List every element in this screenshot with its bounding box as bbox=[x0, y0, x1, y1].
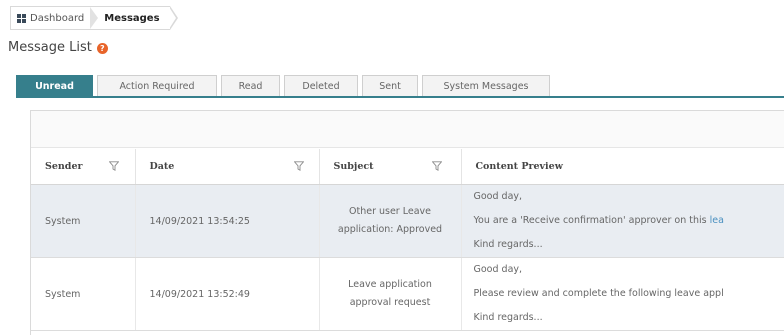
column-header-content-preview-label: Content Preview bbox=[476, 161, 563, 172]
filter-icon[interactable] bbox=[432, 161, 442, 171]
tabs-underline bbox=[16, 96, 784, 98]
column-header-date[interactable]: Date bbox=[135, 149, 319, 185]
table-header-row: Sender Date Subject Content Preview bbox=[31, 149, 784, 185]
column-header-content-preview[interactable]: Content Preview bbox=[461, 149, 784, 185]
tab-system-messages[interactable]: System Messages bbox=[422, 75, 550, 96]
column-header-sender-label: Sender bbox=[45, 161, 83, 172]
tab-action-required[interactable]: Action Required bbox=[97, 75, 217, 96]
breadcrumb: Dashboard Messages bbox=[10, 6, 170, 30]
breadcrumb-separator-icon bbox=[90, 7, 98, 29]
cell-subject: Leave application approval request bbox=[319, 258, 461, 331]
filter-icon[interactable] bbox=[294, 161, 304, 171]
tab-deleted[interactable]: Deleted bbox=[284, 75, 358, 96]
preview-line: Kind regards... bbox=[462, 306, 784, 330]
column-header-sender[interactable]: Sender bbox=[31, 149, 135, 185]
column-header-date-label: Date bbox=[150, 161, 175, 172]
dashboard-grid-icon bbox=[17, 14, 26, 23]
preview-line: You are a 'Receive confirmation' approve… bbox=[462, 209, 784, 233]
help-icon[interactable]: ? bbox=[97, 43, 108, 54]
tab-sent[interactable]: Sent bbox=[362, 75, 418, 96]
filter-icon[interactable] bbox=[109, 161, 119, 171]
table-row[interactable]: System 14/09/2021 13:54:25 Other user Le… bbox=[31, 185, 784, 258]
tab-read[interactable]: Read bbox=[221, 75, 280, 96]
table-row[interactable]: System 14/09/2021 13:52:49 Leave applica… bbox=[31, 258, 784, 331]
cell-subject: Other user Leave application: Approved bbox=[319, 185, 461, 258]
cell-date: 14/09/2021 13:52:49 bbox=[135, 258, 319, 331]
page-title: Message List ? bbox=[8, 40, 108, 55]
grid-toolbar bbox=[31, 111, 784, 148]
preview-line: Please review and complete the following… bbox=[462, 282, 784, 306]
preview-line-text: You are a 'Receive confirmation' approve… bbox=[474, 215, 710, 226]
cell-sender: System bbox=[31, 185, 135, 258]
preview-line: Good day, bbox=[462, 185, 784, 209]
breadcrumb-dashboard-label: Dashboard bbox=[30, 13, 84, 24]
column-header-subject[interactable]: Subject bbox=[319, 149, 461, 185]
breadcrumb-messages: Messages bbox=[102, 13, 169, 24]
cell-content-preview: Good day, Please review and complete the… bbox=[461, 258, 784, 331]
cell-sender: System bbox=[31, 258, 135, 331]
message-table: Sender Date Subject Content Preview Syst… bbox=[31, 149, 784, 331]
cell-date: 14/09/2021 13:54:25 bbox=[135, 185, 319, 258]
breadcrumb-dashboard[interactable]: Dashboard bbox=[15, 13, 90, 24]
preview-link[interactable]: lea bbox=[710, 215, 724, 226]
breadcrumb-end-arrow bbox=[170, 6, 178, 30]
page-title-text: Message List bbox=[8, 40, 92, 55]
message-grid-panel: Sender Date Subject Content Preview Syst… bbox=[30, 110, 784, 335]
cell-content-preview: Good day, You are a 'Receive confirmatio… bbox=[461, 185, 784, 258]
preview-line: Kind regards... bbox=[462, 233, 784, 257]
message-tabs: Unread Action Required Read Deleted Sent… bbox=[16, 75, 554, 96]
tab-unread[interactable]: Unread bbox=[16, 75, 93, 96]
preview-line: Good day, bbox=[462, 258, 784, 282]
column-header-subject-label: Subject bbox=[334, 161, 374, 172]
breadcrumb-messages-label: Messages bbox=[104, 13, 159, 24]
